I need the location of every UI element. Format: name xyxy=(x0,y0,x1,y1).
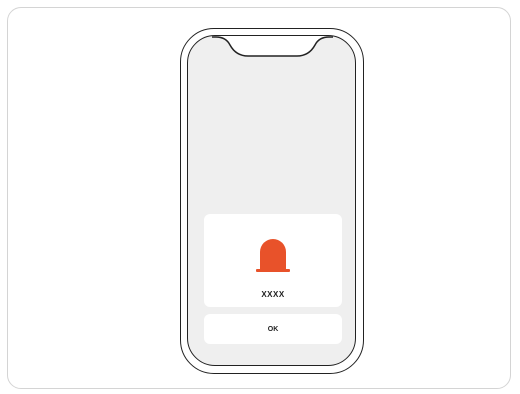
ok-button-label: OK xyxy=(267,325,279,333)
phone-frame: XXXX OK xyxy=(180,28,364,374)
notch xyxy=(188,36,355,57)
alert-bell-icon xyxy=(256,239,290,272)
phone-screen: XXXX OK xyxy=(187,35,356,366)
illustration-card: XXXX OK xyxy=(7,7,511,389)
alert-dialog: XXXX xyxy=(204,214,342,307)
dialog-message: XXXX xyxy=(261,290,285,299)
ok-button[interactable]: OK xyxy=(204,314,342,344)
